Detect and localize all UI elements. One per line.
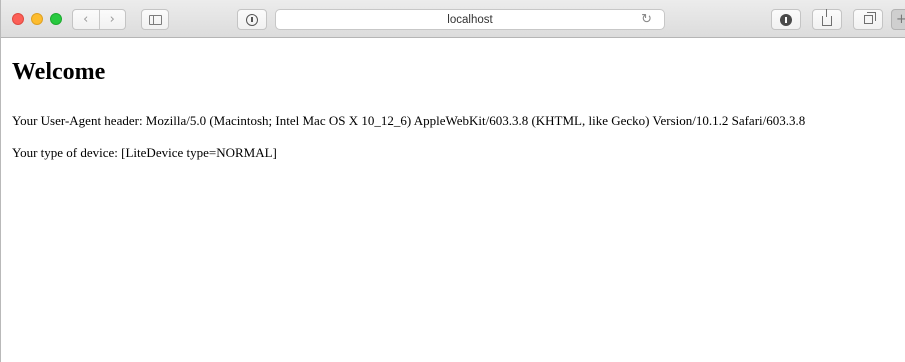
reload-icon[interactable]: ↻ bbox=[641, 12, 652, 27]
page-content: Welcome Your User-Agent header: Mozilla/… bbox=[1, 38, 905, 362]
navigation-buttons: ‹ › bbox=[72, 9, 126, 30]
zoom-window-button[interactable] bbox=[50, 13, 62, 25]
chevron-right-icon: › bbox=[109, 12, 115, 27]
address-bar[interactable]: localhost ↻ bbox=[275, 9, 665, 30]
share-button[interactable] bbox=[812, 9, 842, 30]
share-icon bbox=[822, 9, 832, 26]
reader-button[interactable] bbox=[237, 9, 267, 30]
plus-icon: + bbox=[896, 12, 905, 27]
tabs-icon bbox=[863, 12, 876, 24]
show-tabs-button[interactable] bbox=[853, 9, 883, 30]
download-icon bbox=[780, 13, 792, 26]
address-text: localhost bbox=[447, 13, 493, 26]
new-tab-button[interactable]: + bbox=[891, 9, 905, 30]
reader-icon bbox=[246, 13, 258, 26]
device-type-text: Your type of device: [LiteDevice type=NO… bbox=[12, 145, 277, 160]
sidebar-icon bbox=[148, 14, 162, 25]
chevron-left-icon: ‹ bbox=[83, 12, 89, 27]
user-agent-text: Your User-Agent header: Mozilla/5.0 (Mac… bbox=[12, 113, 806, 128]
browser-toolbar: ‹ › localhost ↻ + bbox=[1, 0, 905, 38]
downloads-button[interactable] bbox=[771, 9, 801, 30]
minimize-window-button[interactable] bbox=[31, 13, 43, 25]
page-title: Welcome bbox=[12, 59, 106, 85]
close-window-button[interactable] bbox=[12, 13, 24, 25]
sidebar-button[interactable] bbox=[141, 9, 169, 30]
back-button[interactable]: ‹ bbox=[73, 10, 100, 29]
forward-button[interactable]: › bbox=[100, 10, 126, 29]
browser-window: ‹ › localhost ↻ + Welcome bbox=[0, 0, 905, 362]
